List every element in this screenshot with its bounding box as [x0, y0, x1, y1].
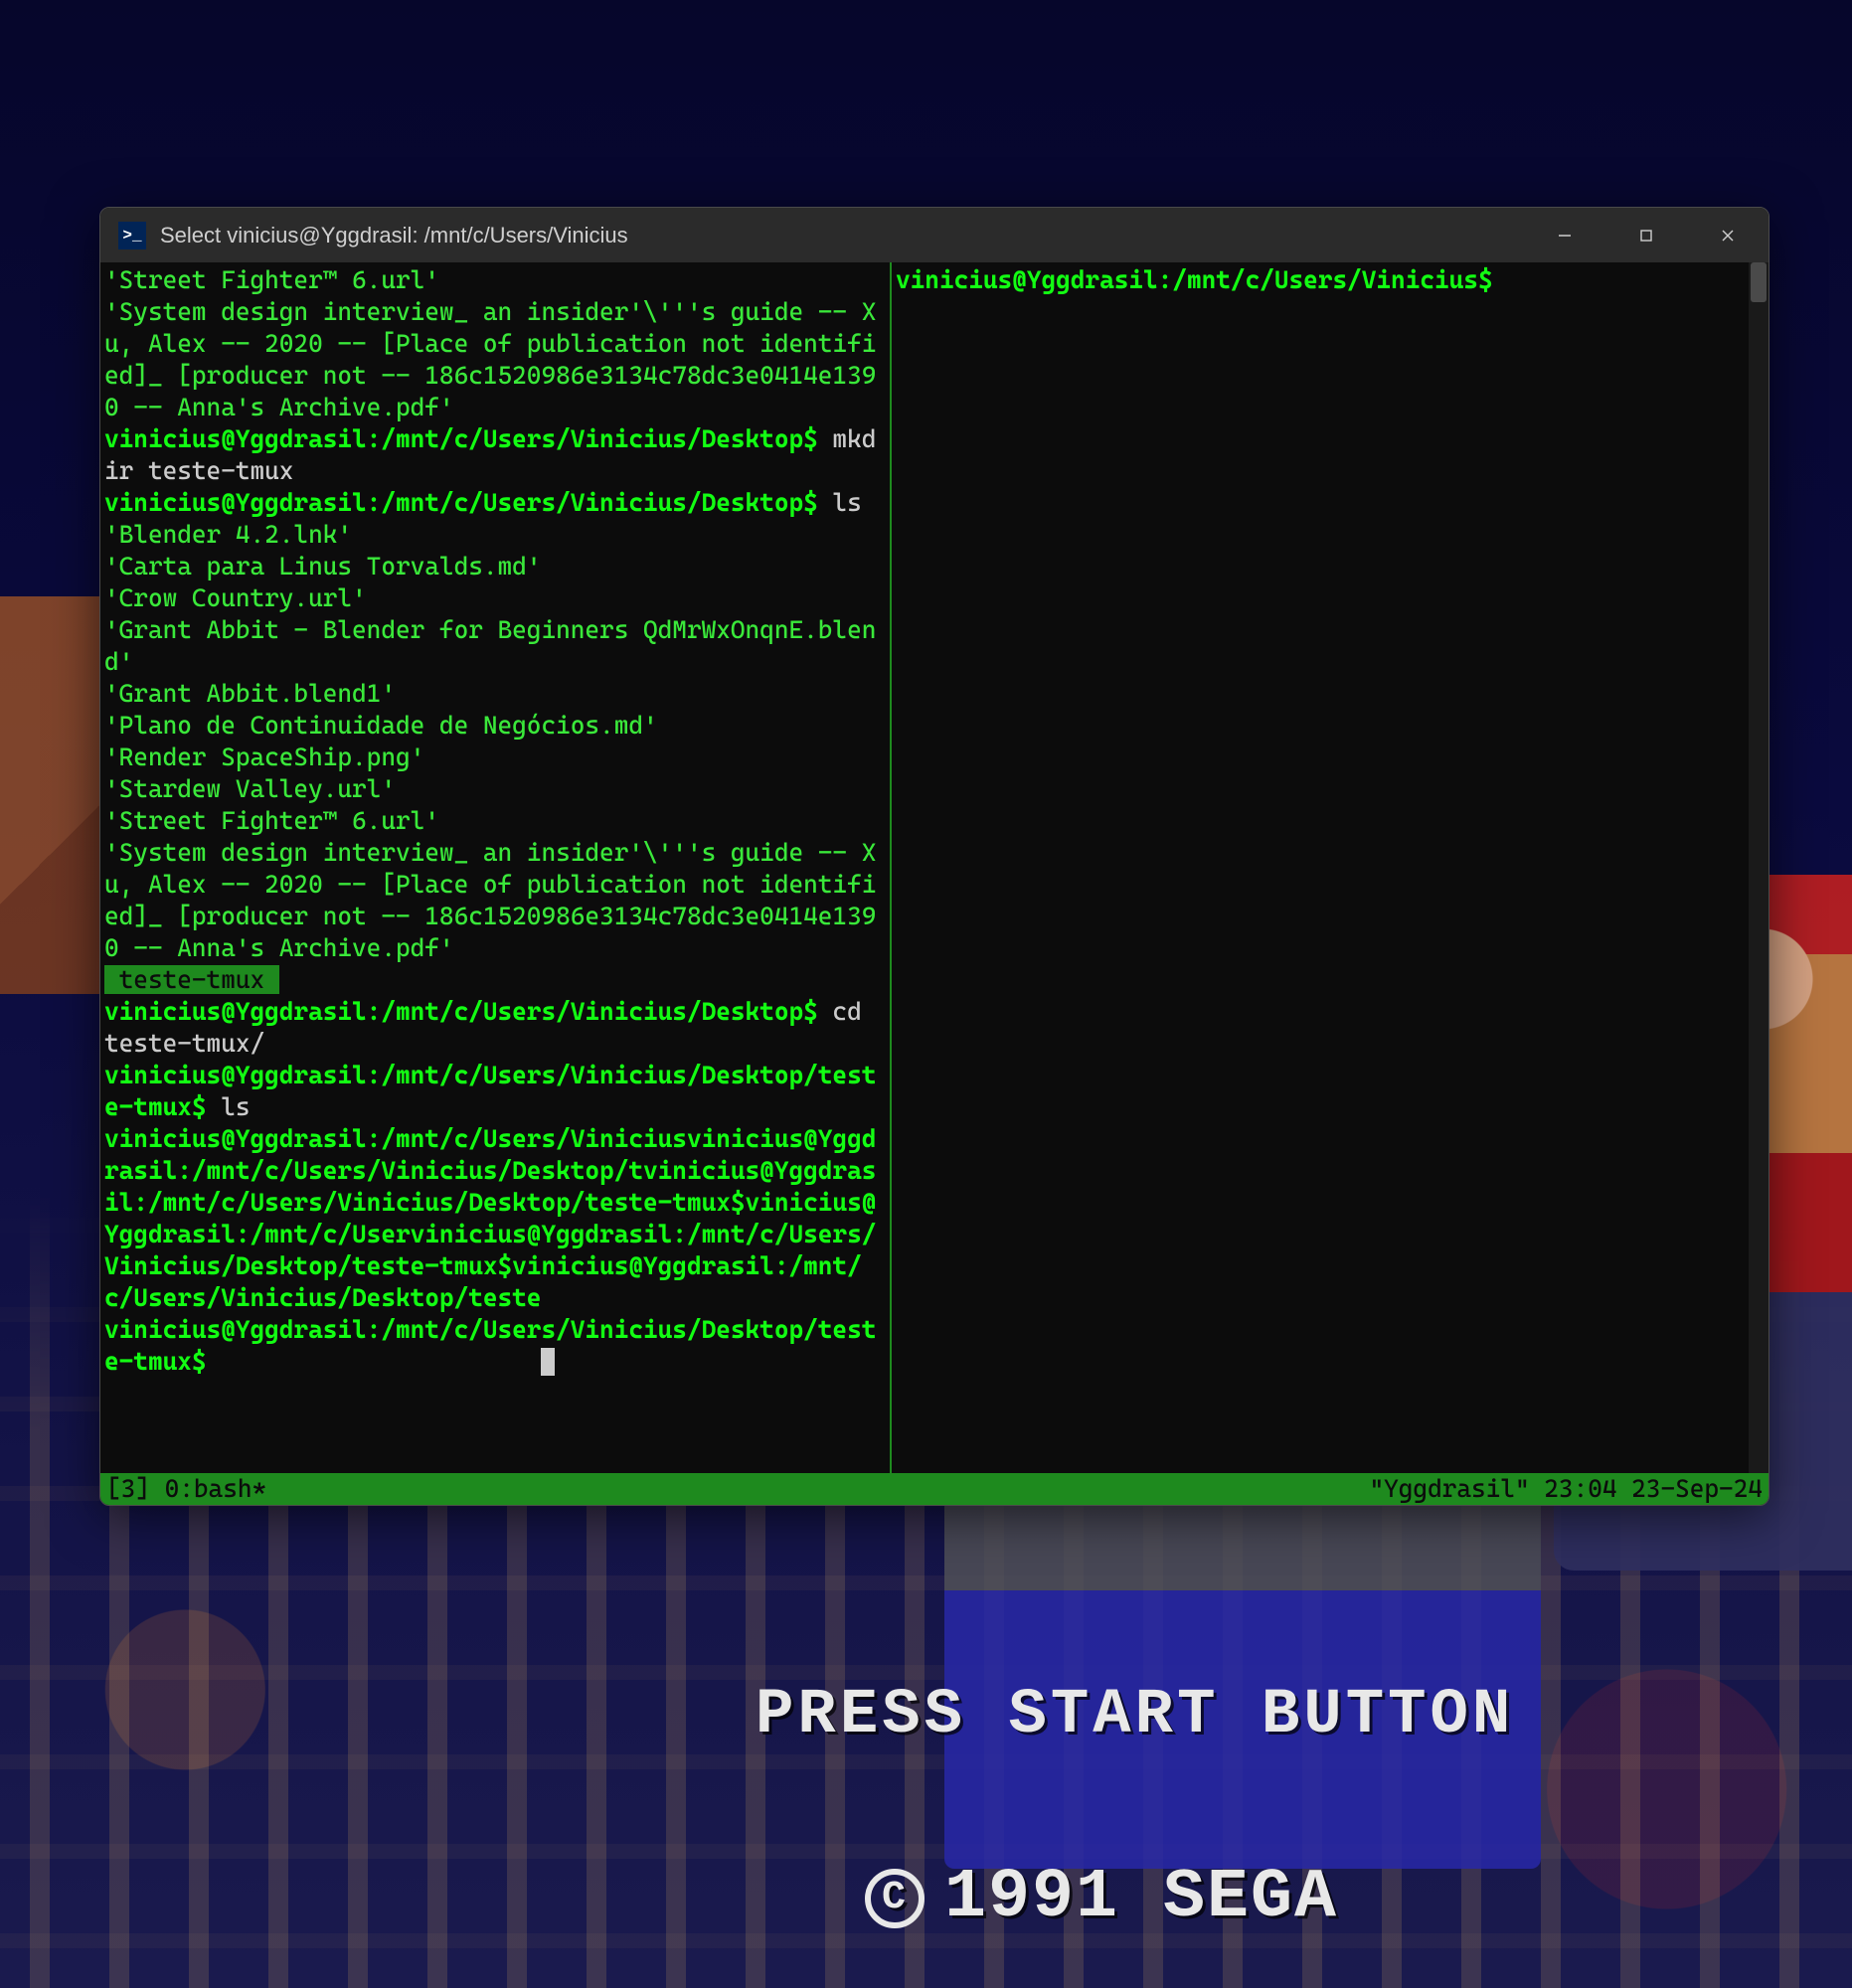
- tmux-pane-right[interactable]: vinicius@Yggdrasil:/mnt/c/Users/Vinicius…: [892, 262, 1749, 1473]
- ls-entry: 'Blender 4.2.lnk': [104, 520, 352, 549]
- terminal-window[interactable]: >_ Select vinicius@Yggdrasil: /mnt/c/Use…: [99, 207, 1769, 1506]
- shell-command: ls: [818, 488, 862, 517]
- window-title: Select vinicius@Yggdrasil: /mnt/c/Users/…: [160, 223, 628, 248]
- shell-prompt: vinicius@Yggdrasil:/mnt/c/Users/Vinicius…: [104, 488, 818, 517]
- tmux-status-left: [3] 0:bash*: [106, 1473, 1369, 1505]
- copyright-label: 1991 SEGA: [944, 1859, 1338, 1937]
- shell-output: vinicius@Yggdrasil:/mnt/c/Users/Vinicius…: [104, 1124, 876, 1312]
- copyright-icon: C: [865, 1869, 925, 1928]
- ls-entry: 'Plano de Continuidade de Negócios.md': [104, 711, 658, 740]
- ls-entry: 'Carta para Linus Torvalds.md': [104, 552, 541, 580]
- minimize-button[interactable]: [1524, 208, 1605, 262]
- tmux-pane-left[interactable]: 'Street Fighter™ 6.url' 'System design i…: [100, 262, 892, 1473]
- ls-entry: 'Render SpaceShip.png': [104, 743, 424, 771]
- terminal-cursor: [541, 1348, 555, 1376]
- ls-entry: 'Street Fighter™ 6.url': [104, 265, 439, 294]
- close-button[interactable]: [1687, 208, 1768, 262]
- ls-entry: 'System design interview_ an insider'\''…: [104, 297, 876, 421]
- tmux-status-right: "Yggdrasil" 23:04 23-Sep-24: [1369, 1473, 1763, 1505]
- ls-entry: 'Crow Country.url': [104, 583, 367, 612]
- ls-entry: 'Grant Abbit - Blender for Beginners QdM…: [104, 615, 876, 676]
- terminal-body[interactable]: 'Street Fighter™ 6.url' 'System design i…: [100, 262, 1768, 1473]
- ls-entry-directory: teste-tmux: [104, 965, 279, 994]
- maximize-button[interactable]: [1605, 208, 1687, 262]
- shell-prompt: vinicius@Yggdrasil:/mnt/c/Users/Vinicius…: [104, 997, 818, 1026]
- ls-entry: 'Street Fighter™ 6.url': [104, 806, 439, 835]
- shell-command: ls: [207, 1092, 251, 1121]
- copyright-text: C 1991 SEGA: [865, 1859, 1338, 1937]
- shell-prompt: vinicius@Yggdrasil:/mnt/c/Users/Vinicius…: [104, 424, 818, 453]
- terminal-scrollbar[interactable]: [1749, 262, 1768, 1473]
- scrollbar-thumb[interactable]: [1751, 262, 1767, 302]
- ls-entry: 'Stardew Valley.url': [104, 774, 396, 803]
- window-titlebar[interactable]: >_ Select vinicius@Yggdrasil: /mnt/c/Use…: [100, 208, 1768, 262]
- wallpaper-character-middle: [944, 1471, 1541, 1869]
- tmux-status-bar: [3] 0:bash* "Yggdrasil" 23:04 23-Sep-24: [100, 1473, 1768, 1505]
- press-start-text: PRESS START BUTTON: [756, 1680, 1514, 1751]
- ls-entry: 'System design interview_ an insider'\''…: [104, 838, 876, 962]
- shell-prompt: vinicius@Yggdrasil:/mnt/c/Users/Vinicius…: [104, 1315, 876, 1376]
- powershell-icon: >_: [118, 222, 146, 249]
- shell-prompt: vinicius@Yggdrasil:/mnt/c/Users/Vinicius…: [896, 265, 1493, 294]
- ls-entry: 'Grant Abbit.blend1': [104, 679, 396, 708]
